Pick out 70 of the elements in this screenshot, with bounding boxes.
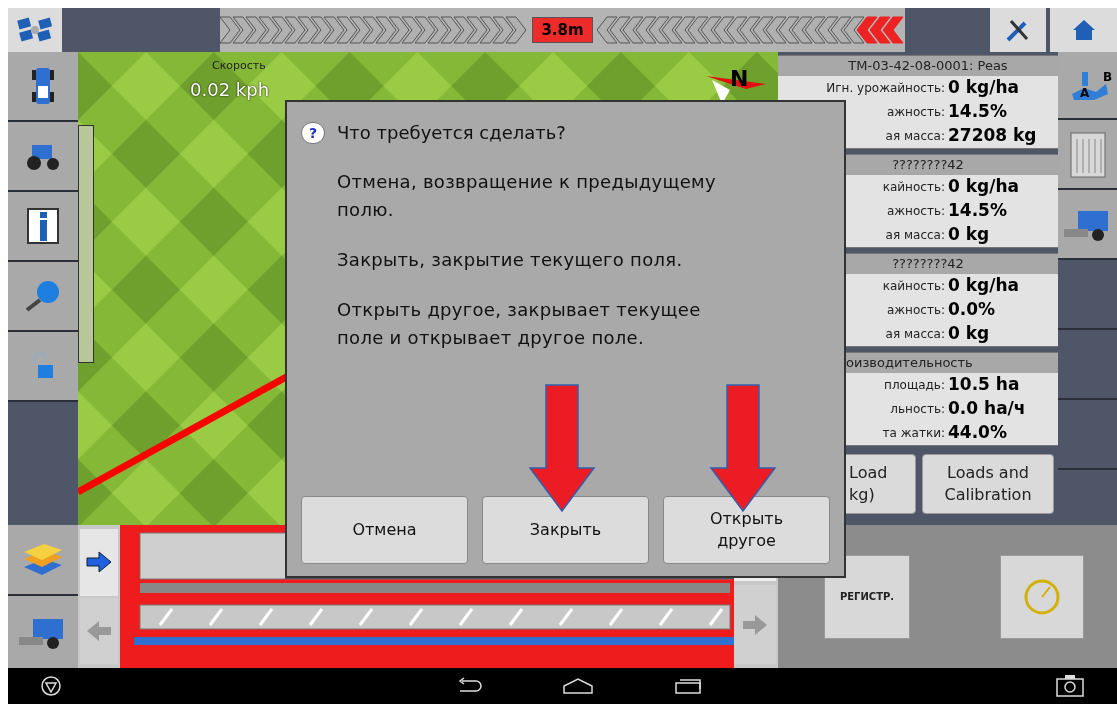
metric-value: 0 kg/ha [947, 175, 1019, 199]
filter-button[interactable] [1058, 120, 1117, 190]
vehicle-button[interactable] [8, 52, 78, 122]
point-a-label: A [1080, 85, 1090, 102]
ab-line-button[interactable]: A B [1058, 52, 1117, 120]
metric-value: 27208 kg [947, 124, 1037, 148]
unlocked-padlock-icon [31, 352, 55, 380]
metric-label: кайность: [881, 179, 945, 196]
speed-value: 0.02 kph [190, 78, 270, 102]
dialog-button[interactable]: Открыть другое [663, 496, 830, 564]
home-icon[interactable] [561, 677, 594, 695]
right-arrow-icon [86, 551, 112, 574]
satellite-button[interactable] [8, 8, 62, 52]
offset-badge: 3.8m [532, 17, 593, 43]
panel-button[interactable]: Loads and Calibration [922, 454, 1054, 514]
metric-label: ажность: [885, 104, 945, 121]
layers-icon [22, 542, 64, 577]
metric-value: 0.0 ha/ч [947, 397, 1026, 421]
info-card-title: ????????42 [892, 156, 964, 175]
wrench-screwdriver-icon [1005, 17, 1031, 43]
metric-value: 14.5% [947, 100, 1007, 124]
metric-value: 0.0% [947, 298, 996, 322]
speed-label: Скорость [212, 58, 266, 74]
metric-label: ая масса: [884, 326, 945, 343]
harvester-button[interactable] [8, 596, 78, 668]
metric-value: 10.5 ha [947, 373, 1020, 397]
metric-label: площадь: [883, 377, 945, 394]
dialog-message: Закрыть, закрытие текущего поля. [337, 248, 684, 272]
info-card-title: ????????42 [892, 255, 964, 274]
metric-value: 0 kg [947, 223, 990, 247]
question-bubble-icon: ? [301, 122, 325, 144]
info-icon [26, 207, 60, 245]
metric-value: 44.0% [947, 421, 1007, 445]
combine-button[interactable] [1058, 190, 1117, 260]
search-icon [24, 279, 62, 313]
search-button[interactable] [8, 262, 78, 332]
metric-label: кайность: [881, 278, 945, 295]
recent-apps-icon[interactable] [673, 677, 702, 695]
grain-tank-icon [1068, 129, 1107, 179]
metric-value: 0 kg/ha [947, 274, 1019, 298]
dialog-button[interactable]: Отмена [301, 496, 468, 564]
lock-button[interactable] [8, 332, 78, 402]
next-button[interactable] [80, 529, 118, 596]
point-b-label: B [1103, 69, 1113, 86]
info-card-title: оизводительность [846, 354, 973, 373]
register-button[interactable]: РЕГИСТР. [824, 554, 910, 639]
dialog-message: Отмена, возвращение к предыдущему полю. [337, 170, 717, 222]
layers-button[interactable] [8, 525, 78, 596]
metric-label: ажность: [885, 203, 945, 220]
metric-label: та жатки: [881, 425, 945, 442]
dialog-button[interactable]: Закрыть [482, 496, 649, 564]
dialog-title: Что требуется сделать? [337, 121, 567, 145]
metric-value: 0 kg [947, 322, 990, 346]
home-button[interactable] [1050, 8, 1117, 52]
metric-label: ажность: [885, 302, 945, 319]
left-arrow-icon [86, 619, 112, 642]
metric-value: 14.5% [947, 199, 1007, 223]
tractor-button[interactable] [8, 122, 78, 192]
metric-label: ая масса: [884, 128, 945, 145]
info-card-title: ТМ-03-42-08-0001: Peas [848, 57, 1008, 76]
right-arrow-icon [742, 613, 768, 636]
info-button[interactable] [8, 192, 78, 262]
tools-button[interactable] [990, 8, 1046, 52]
dialog-message: Открыть другое, закрывает текущее поле и открывает другое поле. [337, 298, 702, 350]
metric-value: 0 kg/ha [947, 76, 1019, 100]
side-tab[interactable] [78, 125, 94, 363]
metric-label: Игн. урожайность: [825, 80, 945, 97]
metric-label: ая масса: [884, 227, 945, 244]
camera-icon[interactable] [1055, 674, 1085, 698]
metric-label: льность: [889, 401, 945, 418]
